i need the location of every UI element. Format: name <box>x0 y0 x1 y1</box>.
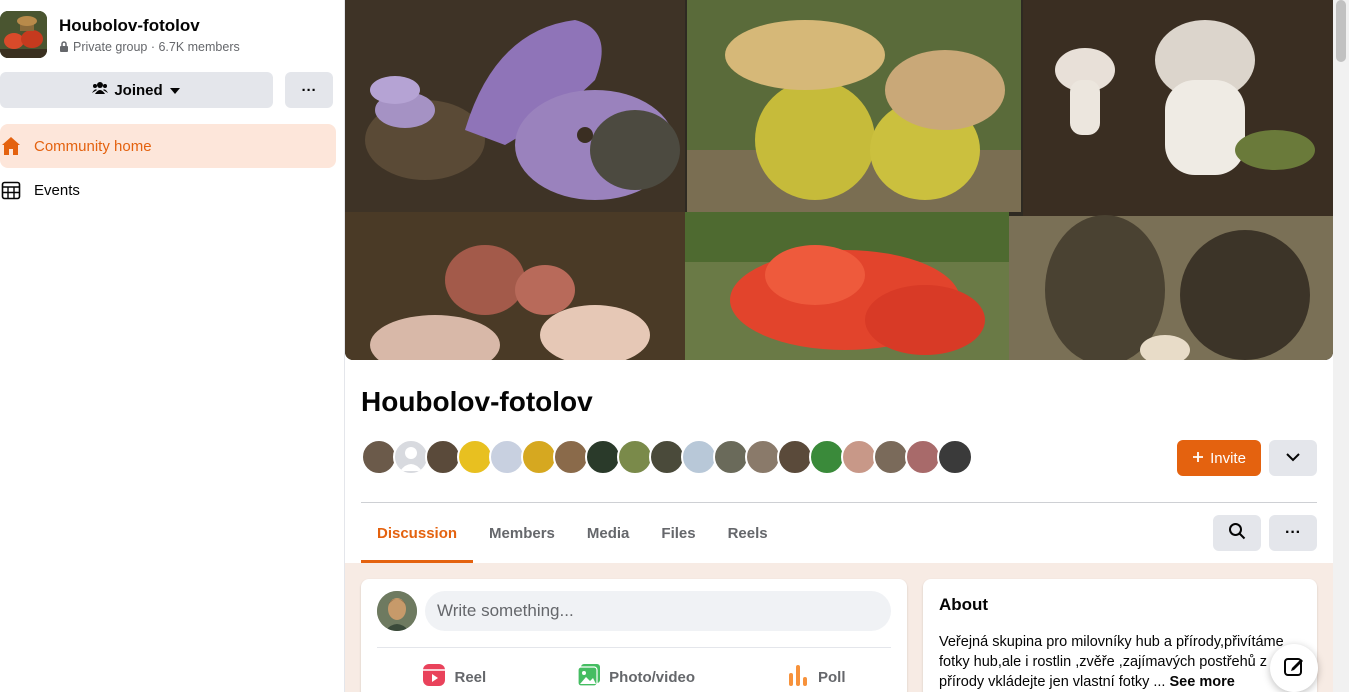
tab-discussion[interactable]: Discussion <box>361 504 474 563</box>
tab-media[interactable]: Media <box>571 504 646 562</box>
about-heading: About <box>939 595 989 614</box>
composer-divider <box>377 647 891 648</box>
nav-label: Events <box>34 181 80 199</box>
member-avatar[interactable] <box>361 439 397 475</box>
post-composer: Write something... Reel Photo/video Poll <box>361 579 907 692</box>
nav-label: Community home <box>34 137 152 155</box>
main-content: Houbolov-fotolov Invite Discussion Membe… <box>345 0 1333 692</box>
reel-icon <box>422 663 446 691</box>
reel-label: Reel <box>454 668 487 686</box>
members-icon <box>92 81 109 99</box>
member-avatar[interactable] <box>585 439 621 475</box>
group-thumbnail[interactable] <box>0 11 47 58</box>
about-card: About Veřejná skupina pro milovníky hub … <box>923 579 1317 692</box>
calendar-icon <box>0 179 22 201</box>
tabs-more-button[interactable]: ··· <box>1269 515 1317 551</box>
joined-button[interactable]: Joined <box>0 72 273 108</box>
about-text: Veřejná skupina pro milovníky hub a přír… <box>939 632 1301 692</box>
nav-events[interactable]: Events <box>0 168 336 212</box>
member-avatars[interactable] <box>361 439 973 475</box>
member-avatar[interactable] <box>745 439 781 475</box>
poll-button[interactable]: Poll <box>786 659 846 692</box>
member-avatar[interactable] <box>489 439 525 475</box>
joined-label: Joined <box>114 81 163 99</box>
member-avatar[interactable] <box>617 439 653 475</box>
member-avatar[interactable] <box>457 439 493 475</box>
member-avatar[interactable] <box>393 439 429 475</box>
plus-icon <box>1192 450 1204 467</box>
member-avatar[interactable] <box>841 439 877 475</box>
member-avatar[interactable] <box>809 439 845 475</box>
cover-photo[interactable] <box>345 0 1333 360</box>
invite-label: Invite <box>1210 449 1246 467</box>
photo-video-button[interactable]: Photo/video <box>577 659 695 692</box>
reel-button[interactable]: Reel <box>422 659 486 692</box>
lock-icon <box>59 41 69 52</box>
tab-files[interactable]: Files <box>645 504 711 562</box>
poll-icon <box>786 663 810 691</box>
member-avatar[interactable] <box>425 439 461 475</box>
photo-icon <box>577 663 601 691</box>
member-avatar[interactable] <box>937 439 973 475</box>
search-button[interactable] <box>1213 515 1261 551</box>
compose-icon <box>1283 655 1305 682</box>
chevron-down-icon <box>1286 449 1300 467</box>
member-avatar[interactable] <box>873 439 909 475</box>
member-avatar[interactable] <box>713 439 749 475</box>
photo-video-label: Photo/video <box>609 668 695 686</box>
user-avatar[interactable] <box>377 591 417 631</box>
group-tabs: Discussion Members Media Files Reels <box>361 504 784 563</box>
member-avatar[interactable] <box>905 439 941 475</box>
group-name[interactable]: Houbolov-fotolov <box>59 16 240 36</box>
member-avatar[interactable] <box>777 439 813 475</box>
see-more-link[interactable]: See more <box>1170 674 1235 690</box>
new-message-button[interactable] <box>1270 644 1318 692</box>
home-icon <box>0 135 22 157</box>
caret-down-icon <box>169 82 181 99</box>
member-avatar[interactable] <box>681 439 717 475</box>
group-more-button[interactable]: ··· <box>285 72 333 108</box>
invite-button[interactable]: Invite <box>1177 440 1261 476</box>
sidebar: Houbolov-fotolov Private group · 6.7K me… <box>0 0 345 692</box>
member-avatar[interactable] <box>521 439 557 475</box>
header-expand-button[interactable] <box>1269 440 1317 476</box>
member-avatar[interactable] <box>649 439 685 475</box>
group-header: Houbolov-fotolov Private group · 6.7K me… <box>0 0 344 58</box>
page-scrollbar[interactable] <box>1333 0 1349 692</box>
header-divider <box>361 502 1317 503</box>
group-meta: Private group · 6.7K members <box>73 39 240 54</box>
nav-community-home[interactable]: Community home <box>0 124 336 168</box>
poll-label: Poll <box>817 668 846 686</box>
tab-members[interactable]: Members <box>473 504 571 562</box>
write-something-input[interactable]: Write something... <box>425 591 891 631</box>
tab-reels[interactable]: Reels <box>712 504 784 562</box>
scrollbar-thumb[interactable] <box>1336 0 1346 62</box>
group-title[interactable]: Houbolov-fotolov <box>361 386 593 418</box>
member-avatar[interactable] <box>553 439 589 475</box>
search-icon <box>1228 522 1246 545</box>
